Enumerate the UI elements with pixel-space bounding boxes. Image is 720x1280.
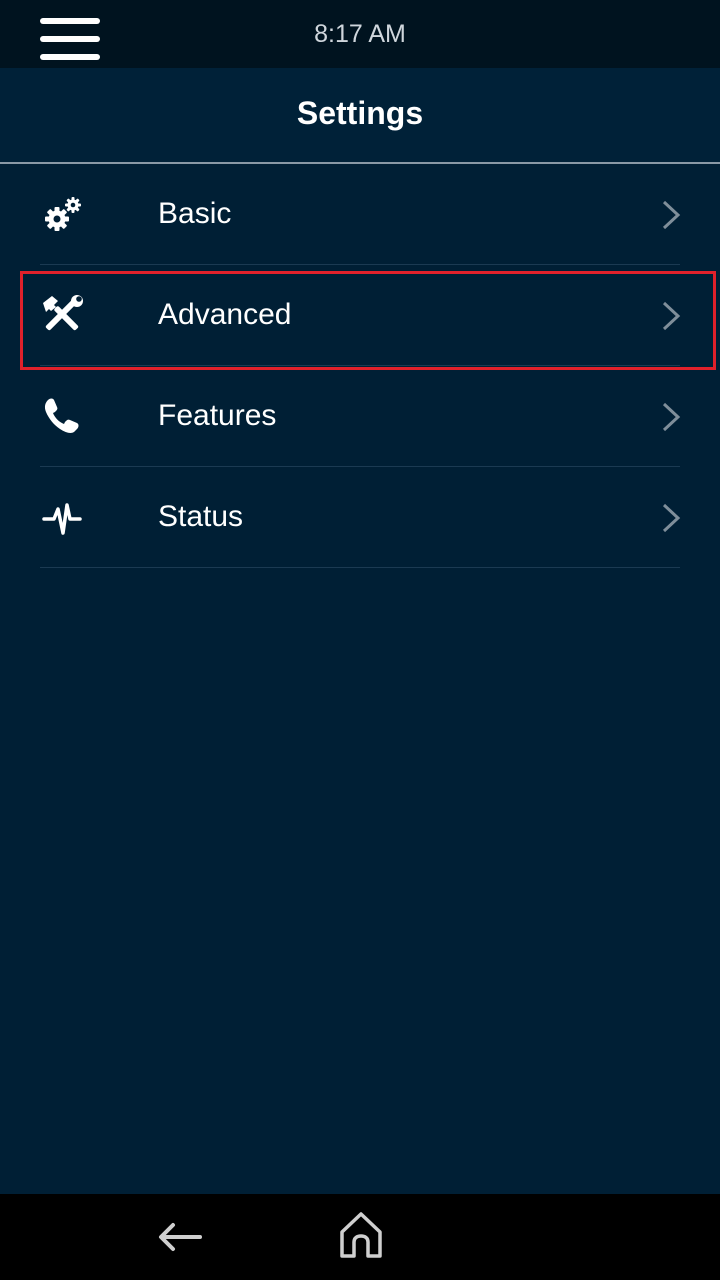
settings-item-status[interactable]: Status [0, 467, 720, 568]
page-header: Settings [0, 68, 720, 162]
settings-item-advanced[interactable]: Advanced [0, 265, 720, 366]
status-bar: 8:17 AM [0, 0, 720, 68]
settings-item-basic[interactable]: Basic [0, 164, 720, 265]
settings-item-label: Advanced [158, 298, 292, 331]
chevron-right-icon [662, 402, 681, 432]
chevron-right-icon [662, 200, 681, 230]
settings-item-features[interactable]: Features [0, 366, 720, 467]
gears-icon [45, 197, 81, 231]
phone-icon [44, 398, 79, 433]
menu-line [40, 54, 100, 60]
navigation-bar [0, 1194, 720, 1280]
home-icon[interactable] [336, 1208, 386, 1262]
tools-icon [43, 295, 83, 331]
chevron-right-icon [662, 301, 681, 331]
settings-item-label: Features [158, 399, 277, 432]
back-arrow-icon[interactable] [156, 1212, 206, 1262]
row-divider [40, 567, 680, 568]
settings-item-label: Status [158, 500, 244, 533]
status-time: 8:17 AM [314, 20, 406, 48]
settings-item-label: Basic [158, 197, 232, 230]
pulse-icon [42, 503, 82, 535]
chevron-right-icon [662, 503, 681, 533]
page-title: Settings [296, 95, 424, 131]
